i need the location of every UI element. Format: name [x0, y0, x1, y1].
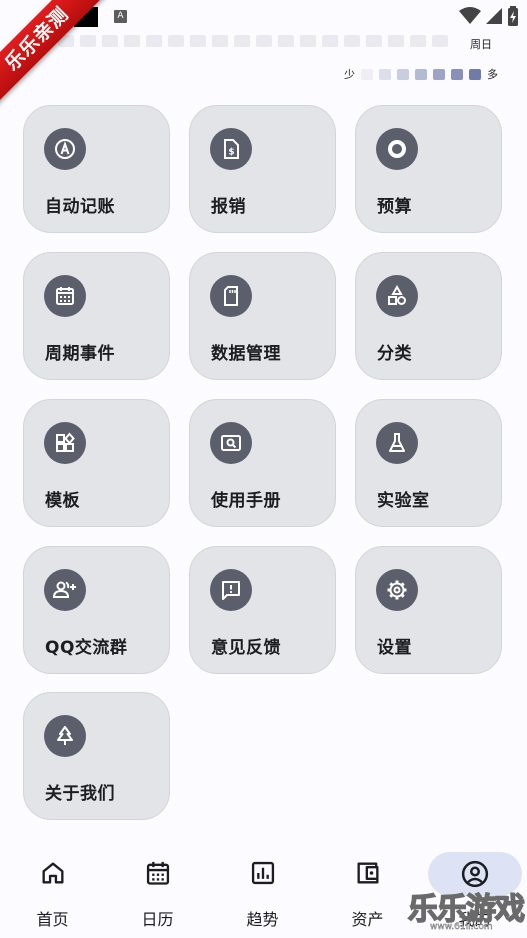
tool-card-auto-accounting[interactable]: 自动记账 [23, 105, 170, 233]
legend-scale [361, 68, 481, 80]
tool-card-qq-group[interactable]: QQ交流群 [23, 546, 170, 674]
home-icon [21, 854, 85, 892]
heatmap-cell [278, 35, 294, 47]
heatmap-cell [432, 35, 448, 47]
heatmap-cell [102, 35, 118, 47]
nav-assets[interactable]: 资产 [315, 842, 420, 938]
heatmap-cell [80, 35, 96, 47]
battery-icon [508, 6, 518, 26]
legend-more-label: 多 [487, 68, 498, 81]
sd-card-icon [210, 275, 252, 317]
heatmap-cell [234, 35, 250, 47]
tool-label: 关于我们 [45, 784, 115, 804]
tool-label: 意见反馈 [211, 638, 281, 658]
heatmap-cell [190, 35, 206, 47]
nav-calendar[interactable]: 日历 [105, 842, 210, 938]
chart-icon [231, 854, 295, 892]
nav-label: 日历 [141, 910, 174, 929]
tool-label: 报销 [211, 197, 246, 217]
add-group-icon [44, 569, 86, 611]
reimburse-icon: $ [210, 128, 252, 170]
svg-text:$: $ [228, 148, 234, 158]
tool-label: 分类 [377, 344, 412, 364]
tool-label: QQ交流群 [45, 638, 128, 658]
heatmap-cell [322, 35, 338, 47]
legend-less-label: 少 [344, 68, 355, 81]
legend-cell [415, 68, 427, 80]
heatmap-cell [256, 35, 272, 47]
tool-card-settings[interactable]: 设置 [355, 546, 502, 674]
tool-card-template[interactable]: 模板 [23, 399, 170, 527]
auto-accounting-icon [44, 128, 86, 170]
tool-card-category[interactable]: 分类 [355, 252, 502, 380]
activity-heatmap [58, 35, 448, 47]
nav-label: 首页 [36, 910, 69, 929]
heatmap-legend: 少 多 [344, 66, 498, 82]
tool-card-data-management[interactable]: 数据管理 [189, 252, 336, 380]
nav-home[interactable]: 首页 [0, 842, 105, 938]
heatmap-cell [410, 35, 426, 47]
weekday-label: 周日 [470, 38, 492, 51]
watermark-url: www.61ll.com [430, 922, 493, 932]
flask-icon [376, 422, 418, 464]
legend-cell [451, 68, 463, 80]
signal-icon [486, 8, 502, 24]
heatmap-cell [124, 35, 140, 47]
tool-card-about-us[interactable]: 关于我们 [23, 692, 170, 820]
heatmap-cell [212, 35, 228, 47]
tool-label: 模板 [45, 491, 80, 511]
tool-label: 自动记账 [45, 197, 115, 217]
nav-trends[interactable]: 趋势 [210, 842, 315, 938]
tree-icon [44, 715, 86, 757]
keyboard-notification-icon: A [114, 10, 127, 23]
category-icon [376, 275, 418, 317]
heatmap-cell [300, 35, 316, 47]
wifi-icon [459, 7, 481, 24]
template-icon [44, 422, 86, 464]
tool-label: 使用手册 [211, 491, 281, 511]
tool-card-manual[interactable]: 使用手册 [189, 399, 336, 527]
gear-icon [376, 569, 418, 611]
tool-label: 数据管理 [211, 344, 281, 364]
tool-card-periodic-events[interactable]: 周期事件 [23, 252, 170, 380]
heatmap-cell [344, 35, 360, 47]
heatmap-cell [366, 35, 382, 47]
watermark: 乐乐游戏 www.61ll.com [407, 884, 527, 938]
nav-label: 资产 [351, 910, 384, 929]
tool-card-lab[interactable]: 实验室 [355, 399, 502, 527]
tool-label: 周期事件 [45, 344, 115, 364]
budget-icon [376, 128, 418, 170]
tool-label: 预算 [377, 197, 412, 217]
heatmap-cell [388, 35, 404, 47]
heatmap-cell [146, 35, 162, 47]
legend-cell [433, 68, 445, 80]
nav-label: 趋势 [246, 910, 279, 929]
feedback-icon [210, 569, 252, 611]
legend-cell [469, 68, 481, 80]
calendar-icon [44, 275, 86, 317]
legend-cell [397, 68, 409, 80]
status-icons [459, 6, 519, 26]
tool-card-reimburse[interactable]: $ 报销 [189, 105, 336, 233]
legend-cell [361, 68, 373, 80]
tool-label: 实验室 [377, 491, 430, 511]
wallet-icon [336, 854, 400, 892]
manual-icon [210, 422, 252, 464]
tool-label: 设置 [377, 638, 412, 658]
tool-card-budget[interactable]: 预算 [355, 105, 502, 233]
calendar-icon [126, 854, 190, 892]
legend-cell [379, 68, 391, 80]
heatmap-cell [168, 35, 184, 47]
tool-card-feedback[interactable]: 意见反馈 [189, 546, 336, 674]
